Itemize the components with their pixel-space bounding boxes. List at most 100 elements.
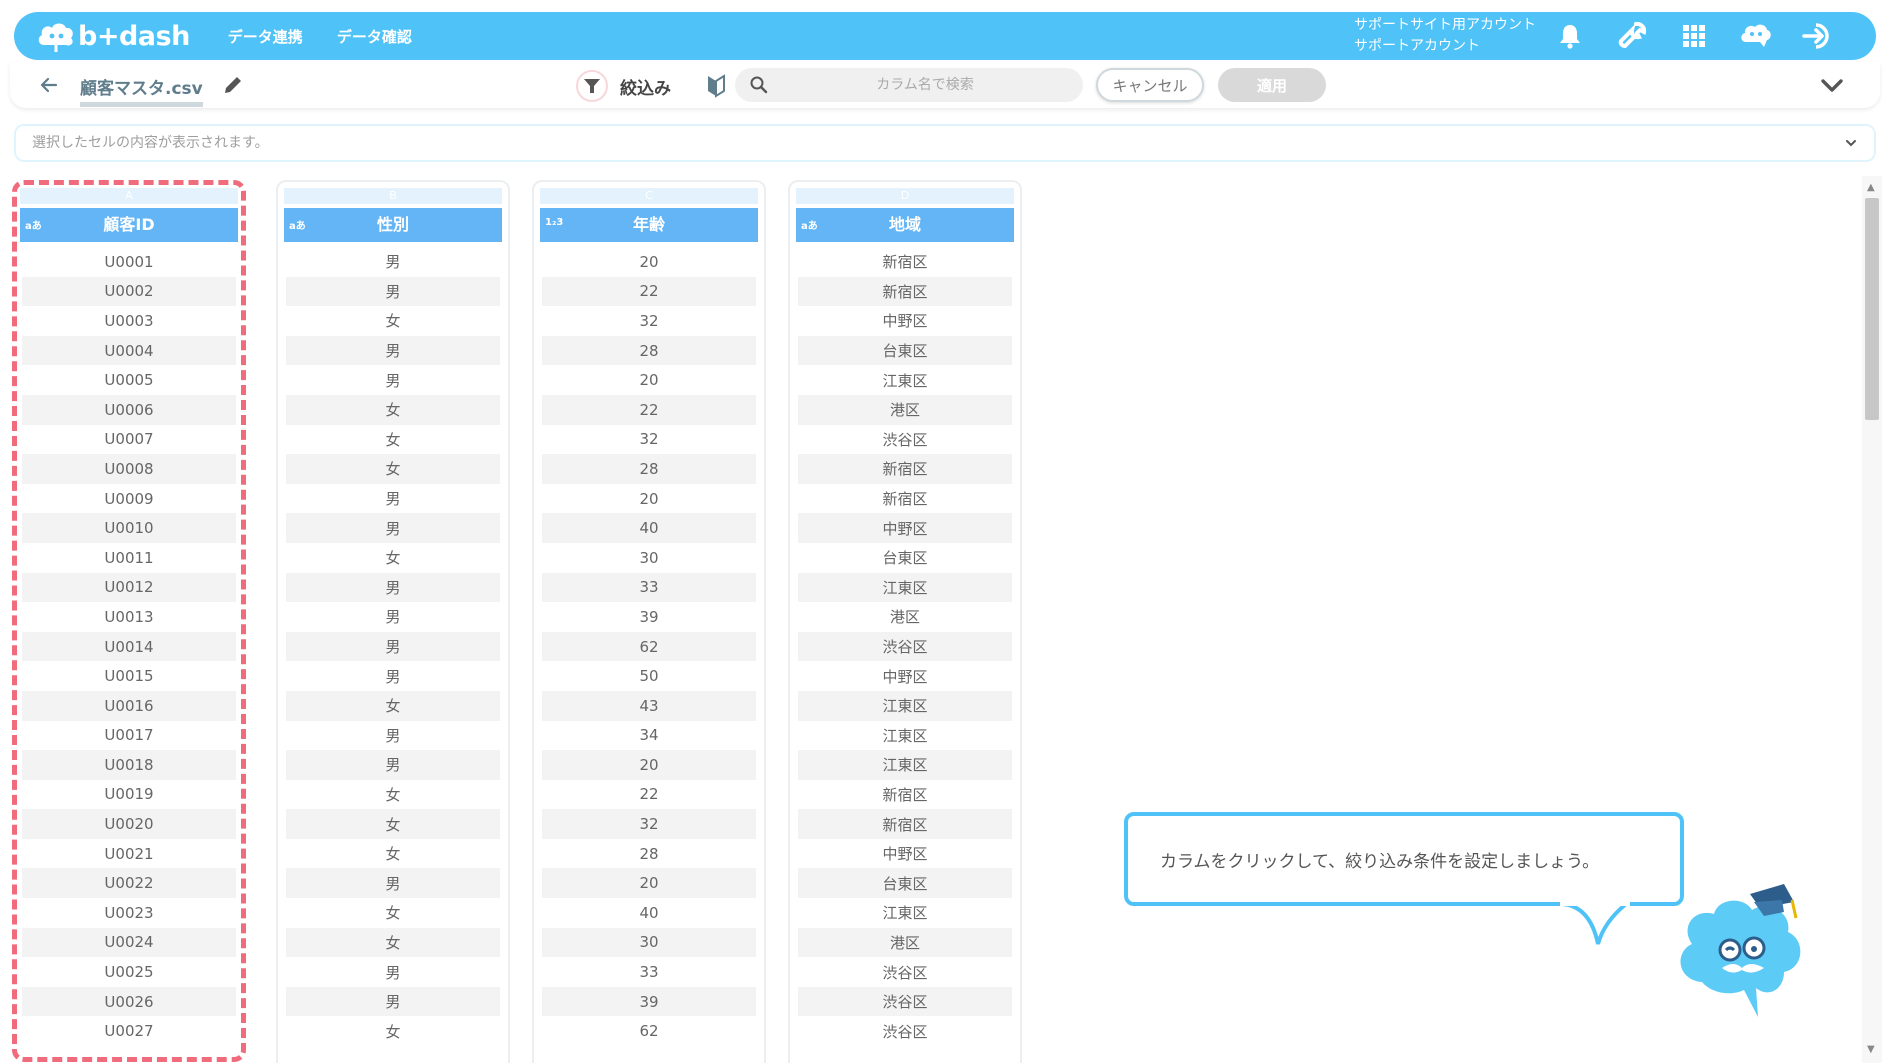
table-cell[interactable]: U0015 [22,661,236,691]
table-cell[interactable]: U0017 [22,721,236,751]
table-cell[interactable]: 40 [542,513,756,543]
table-cell[interactable]: U0003 [22,306,236,336]
table-cell[interactable]: 女 [286,690,500,721]
table-cell[interactable]: 男 [286,631,500,662]
table-cell[interactable]: 22 [542,276,756,307]
filter-icon[interactable] [576,70,608,102]
table-cell[interactable]: 女 [286,780,500,810]
table-cell[interactable]: 江東区 [798,721,1012,751]
table-cell[interactable]: 22 [542,780,756,810]
table-cell[interactable]: 20 [542,484,756,514]
apply-button[interactable]: 適用 [1218,68,1326,102]
table-cell[interactable]: 28 [542,335,756,366]
table-cell[interactable]: U0027 [22,1016,236,1046]
chevron-down-icon[interactable] [1818,72,1846,100]
table-cell[interactable]: 34 [542,721,756,751]
table-cell[interactable]: U0023 [22,898,236,928]
table-cell[interactable]: U0011 [22,543,236,573]
column-header[interactable]: aあ 地域 [796,208,1014,242]
nav-data-integration[interactable]: データ連携 [228,26,303,47]
table-cell[interactable]: 62 [542,1016,756,1046]
table-cell[interactable]: U0018 [22,750,236,780]
table-cell[interactable]: 台東区 [798,868,1012,899]
table-cell[interactable]: U0026 [22,986,236,1017]
table-cell[interactable]: U0006 [22,394,236,425]
table-cell[interactable]: U0005 [22,365,236,395]
wrench-icon[interactable] [1614,18,1650,54]
table-cell[interactable]: 20 [542,247,756,277]
table-cell[interactable]: 江東区 [798,572,1012,603]
grid-icon[interactable] [1676,18,1712,54]
table-cell[interactable]: 渋谷区 [798,631,1012,662]
table-cell[interactable]: 女 [286,306,500,336]
table-cell[interactable]: 台東区 [798,543,1012,573]
table-cell[interactable]: 男 [286,513,500,543]
scrollbar-thumb[interactable] [1865,198,1879,420]
table-cell[interactable]: U0025 [22,957,236,987]
logo[interactable]: b+dash [36,12,190,60]
column-header[interactable]: aあ 顧客ID [20,208,238,242]
table-cell[interactable]: 港区 [798,394,1012,425]
table-cell[interactable]: 50 [542,661,756,691]
scroll-up-arrow-icon[interactable]: ▲ [1867,182,1875,193]
table-cell[interactable]: 男 [286,957,500,987]
table-cell[interactable]: 男 [286,661,500,691]
table-cell[interactable]: 新宿区 [798,780,1012,810]
table-cell[interactable]: U0016 [22,690,236,721]
expand-chevron-icon[interactable] [1842,134,1860,152]
pencil-icon[interactable] [220,72,246,98]
table-cell[interactable]: U0010 [22,513,236,543]
table-cell[interactable]: 中野区 [798,513,1012,543]
table-cell[interactable]: U0007 [22,425,236,455]
table-cell[interactable]: 女 [286,394,500,425]
table-cell[interactable]: U0020 [22,809,236,839]
file-name[interactable]: 顧客マスタ.csv [80,74,203,107]
table-cell[interactable]: 男 [286,602,500,632]
account-info[interactable]: サポートサイト用アカウント サポートアカウント [1354,15,1536,57]
table-cell[interactable]: 中野区 [798,839,1012,869]
table-cell[interactable]: 女 [286,425,500,455]
grid-column-d[interactable]: Daあ 地域 新宿区 新宿区 中野区 台東区 江東区 港区 渋谷区 新宿区 新宿区 中野区 台東区 江東区… [788,180,1022,1063]
cell-content-field[interactable] [30,126,1810,160]
table-cell[interactable]: 港区 [798,927,1012,958]
table-cell[interactable]: 62 [542,631,756,662]
back-arrow-icon[interactable] [36,72,62,98]
table-cell[interactable]: 江東区 [798,750,1012,780]
nav-data-check[interactable]: データ確認 [337,26,412,47]
table-cell[interactable]: 33 [542,572,756,603]
table-cell[interactable]: 新宿区 [798,276,1012,307]
table-cell[interactable]: U0024 [22,927,236,958]
grid-column-a[interactable]: Aaあ 顧客ID U0001 U0002 U0003 U0004 U0005 U0006 U00… [12,180,246,1062]
table-cell[interactable]: 女 [286,898,500,928]
filter-label[interactable]: 絞込み [620,74,671,99]
table-cell[interactable]: 女 [286,839,500,869]
table-cell[interactable]: 30 [542,543,756,573]
table-cell[interactable]: 新宿区 [798,484,1012,514]
table-cell[interactable]: 男 [286,572,500,603]
table-cell[interactable]: 渋谷区 [798,957,1012,987]
table-cell[interactable]: 新宿区 [798,247,1012,277]
column-search-input[interactable] [775,68,1075,102]
table-cell[interactable]: 女 [286,927,500,958]
table-cell[interactable]: 女 [286,454,500,484]
table-cell[interactable]: U0012 [22,572,236,603]
column-header[interactable]: 1₂3 年齢 [540,208,758,242]
table-cell[interactable]: 新宿区 [798,809,1012,839]
table-cell[interactable]: 男 [286,750,500,780]
table-cell[interactable]: U0002 [22,276,236,307]
table-cell[interactable]: 渋谷区 [798,1016,1012,1046]
table-cell[interactable]: 32 [542,809,756,839]
table-cell[interactable]: 40 [542,898,756,928]
table-cell[interactable]: U0009 [22,484,236,514]
table-cell[interactable]: 男 [286,276,500,307]
table-cell[interactable]: 江東区 [798,690,1012,721]
table-cell[interactable]: 男 [286,721,500,751]
table-cell[interactable]: 20 [542,750,756,780]
table-cell[interactable]: 男 [286,365,500,395]
table-cell[interactable]: 39 [542,602,756,632]
logout-icon[interactable] [1800,18,1836,54]
table-cell[interactable]: 女 [286,809,500,839]
table-cell[interactable]: 28 [542,839,756,869]
table-cell[interactable]: 男 [286,868,500,899]
brain-icon[interactable] [1738,18,1774,54]
